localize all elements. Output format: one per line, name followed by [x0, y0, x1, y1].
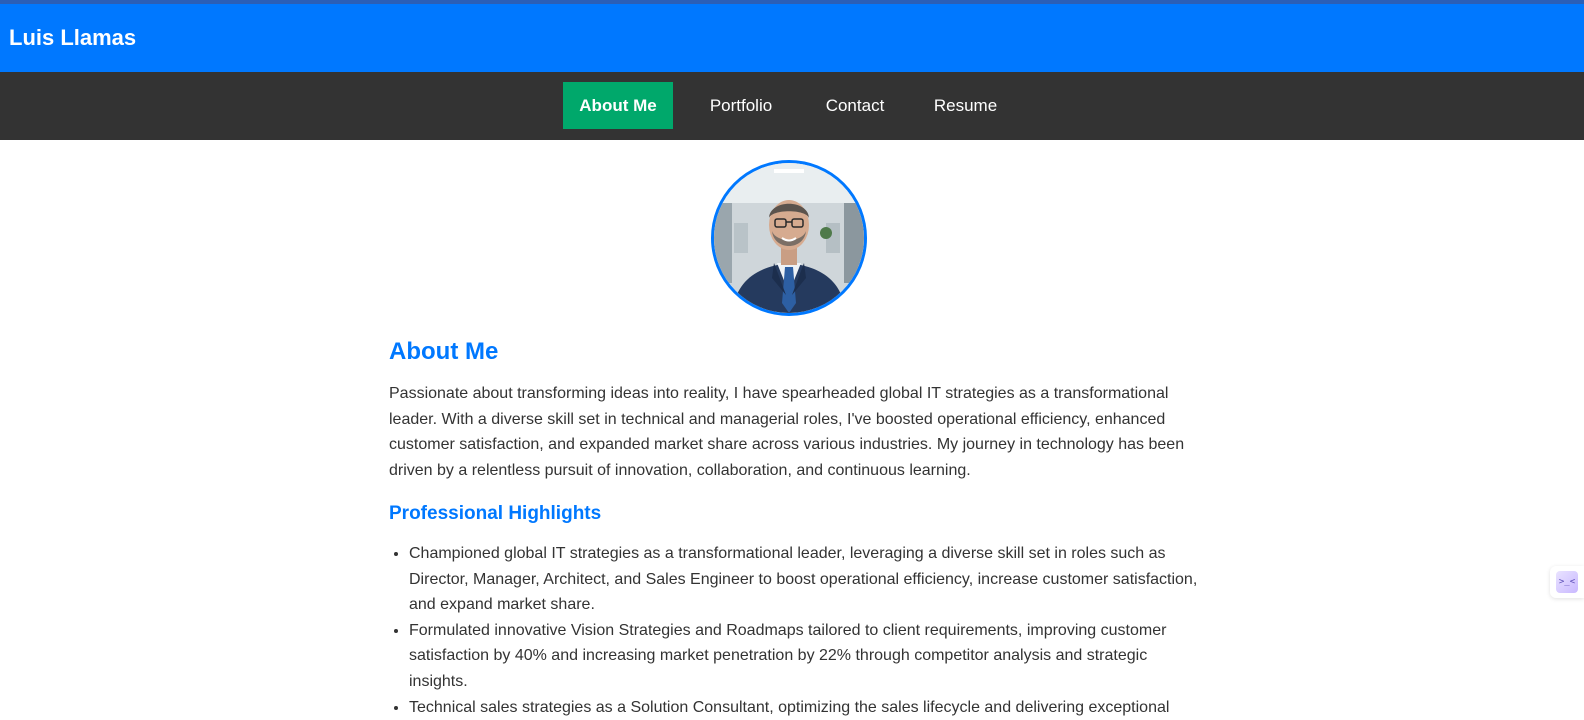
profile-photo-illustration	[714, 163, 864, 313]
highlights-list: Championed global IT strategies as a tra…	[389, 541, 1209, 720]
highlights-heading: Professional Highlights	[389, 503, 602, 524]
about-heading: About Me	[389, 338, 499, 365]
list-item: Technical sales strategies as a Solution…	[409, 695, 1209, 720]
code-assistant-icon: >_<	[1556, 571, 1578, 593]
about-paragraph: Passionate about transforming ideas into…	[389, 385, 1185, 479]
nav-item-resume[interactable]: Resume	[918, 82, 1013, 129]
site-header: Luis Llamas	[0, 4, 1584, 72]
site-title: Luis Llamas	[9, 25, 137, 50]
nav-item-contact[interactable]: Contact	[810, 82, 900, 129]
assistant-widget-button[interactable]: >_<	[1550, 566, 1584, 598]
profile-photo	[711, 160, 867, 316]
list-item: Championed global IT strategies as a tra…	[409, 541, 1209, 618]
nav-item-portfolio[interactable]: Portfolio	[690, 82, 792, 129]
main-nav: About Me Portfolio Contact Resume	[0, 72, 1584, 140]
nav-item-about-me[interactable]: About Me	[563, 82, 673, 129]
list-item: Formulated innovative Vision Strategies …	[409, 618, 1209, 695]
